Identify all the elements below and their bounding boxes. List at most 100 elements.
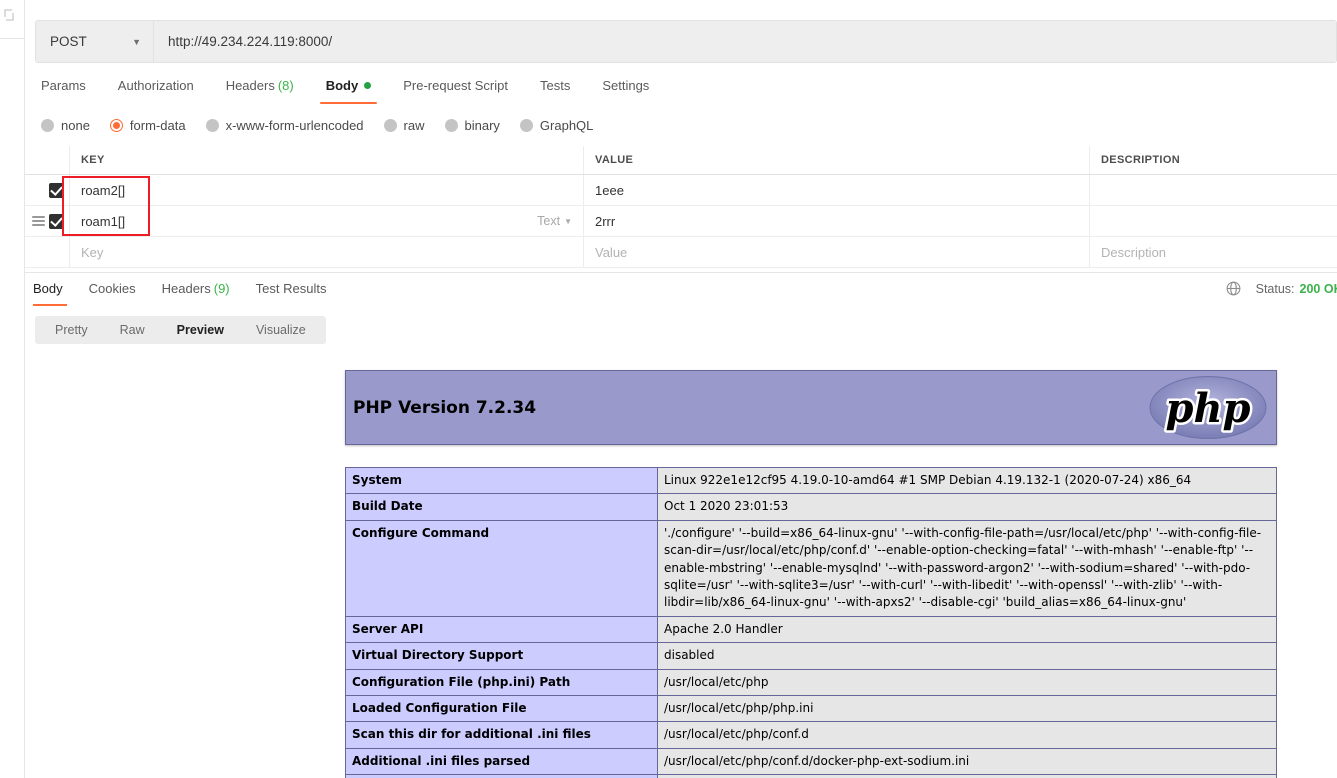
body-mode-label: binary (464, 117, 500, 133)
new-row-value-input[interactable]: Value (583, 237, 1089, 267)
tab-label: Cookies (88, 281, 136, 296)
request-url-input[interactable]: http://49.234.224.119:8000/ (154, 21, 1336, 62)
response-status-bar: Status: 200 OK Tim (1225, 280, 1337, 297)
row-value-text: 1eee (595, 182, 624, 198)
tab-label: Pre-request Script (403, 78, 508, 93)
response-tab-headers[interactable]: Headers (9) (149, 278, 243, 300)
status-badge: 200 OK (1299, 281, 1337, 296)
row-key-input[interactable]: roam1[] Text ▼ (69, 206, 583, 236)
tab-label: Params (41, 78, 86, 93)
pill-pretty[interactable]: Pretty (39, 316, 104, 344)
phpinfo-key: PHP API (345, 774, 658, 778)
globe-icon[interactable] (1225, 280, 1242, 297)
radio-selected-icon (109, 118, 123, 132)
tab-label: Body (325, 78, 359, 93)
phpinfo-key: Configuration File (php.ini) Path (345, 668, 658, 696)
new-row-key-input[interactable]: Key (69, 237, 583, 267)
body-mode-graphql[interactable]: GraphQL (519, 117, 594, 133)
body-mode-label: x-www-form-urlencoded (225, 117, 364, 133)
request-tabs: Params Authorization Headers (8) Body Pre… (35, 75, 665, 105)
phpinfo-key: Virtual Directory Support (345, 642, 658, 670)
tab-headers[interactable]: Headers (8) (210, 75, 310, 97)
phpinfo-value: /usr/local/etc/php/conf.d/docker-php-ext… (657, 747, 1277, 776)
row-key-input[interactable]: roam2[] (69, 175, 583, 205)
new-row-handle-cell (25, 237, 69, 267)
phpinfo-header: PHP Version 7.2.34 php php (345, 370, 1277, 445)
request-bar: POST ▼ http://49.234.224.119:8000/ (35, 20, 1337, 63)
new-row-description-input[interactable]: Description (1089, 237, 1337, 267)
tab-pre-request-script[interactable]: Pre-request Script (387, 75, 524, 97)
postman-window: POST ▼ http://49.234.224.119:8000/ Param… (0, 0, 1337, 778)
tab-label: Settings (602, 78, 650, 93)
row-description-input[interactable] (1089, 175, 1337, 205)
tab-params[interactable]: Params (35, 75, 102, 97)
body-mode-x-www-form-urlencoded[interactable]: x-www-form-urlencoded (205, 117, 364, 133)
new-row-key-placeholder: Key (81, 244, 104, 260)
radio-icon (205, 118, 219, 132)
request-url-value: http://49.234.224.119:8000/ (168, 34, 333, 49)
radio-icon (519, 118, 533, 132)
response-view-pills: Pretty Raw Preview Visualize (35, 316, 326, 344)
http-method-select[interactable]: POST ▼ (36, 21, 154, 62)
body-mode-none[interactable]: none (41, 118, 90, 133)
body-mode-binary[interactable]: binary (444, 117, 500, 133)
response-tab-cookies[interactable]: Cookies (76, 278, 149, 300)
tab-label: Body (33, 281, 63, 296)
row-key-value: roam2[] (81, 182, 126, 198)
phpinfo-key: System (345, 466, 658, 495)
table-row: Server API Apache 2.0 Handler (345, 615, 1277, 644)
form-data-table: KEY VALUE DESCRIPTION roam2[] 1eee roam1… (25, 146, 1337, 268)
column-header-description: DESCRIPTION (1089, 146, 1337, 174)
header-handle-cell (25, 146, 69, 174)
table-header-row: KEY VALUE DESCRIPTION (25, 146, 1337, 175)
new-row-description-placeholder: Description (1101, 244, 1167, 260)
tab-settings[interactable]: Settings (586, 75, 665, 97)
pill-label: Preview (176, 323, 224, 337)
row-key-value: roam1[] (81, 213, 126, 229)
drag-handle-icon[interactable] (32, 216, 45, 226)
body-mode-form-data[interactable]: form-data (109, 118, 186, 133)
row-checkbox[interactable] (49, 182, 64, 198)
response-divider (25, 272, 1337, 273)
tab-authorization[interactable]: Authorization (102, 75, 210, 97)
left-sidebar-rail (0, 0, 25, 778)
body-mode-label: GraphQL (539, 117, 594, 133)
tab-label: Headers (161, 281, 211, 296)
body-mode-raw[interactable]: raw (383, 118, 425, 133)
response-tab-test-results[interactable]: Test Results (243, 278, 340, 300)
radio-icon (444, 118, 458, 132)
phpinfo-value: Oct 1 2020 23:01:53 (657, 493, 1277, 521)
row-value-input[interactable]: 2rrr (583, 206, 1089, 236)
response-tab-body[interactable]: Body (28, 278, 76, 306)
radio-icon (383, 118, 397, 132)
http-method-value: POST (50, 34, 87, 49)
phpinfo-value: disabled (657, 642, 1277, 670)
pill-label: Raw (119, 323, 145, 337)
row-type-select[interactable]: Text ▼ (537, 214, 572, 228)
table-row: Loaded Configuration File /usr/local/etc… (345, 694, 1277, 723)
row-description-input[interactable] (1089, 206, 1337, 236)
phpinfo-key: Build Date (345, 493, 658, 521)
table-row: System Linux 922e1e12cf95 4.19.0-10-amd6… (345, 466, 1277, 495)
table-row: Scan this dir for additional .ini files … (345, 721, 1277, 749)
response-tabs: Body Cookies Headers (9) Test Results (28, 278, 340, 306)
row-type-label: Text (537, 214, 561, 228)
rail-divider (0, 38, 25, 39)
pill-raw[interactable]: Raw (104, 316, 161, 344)
new-row-checkbox[interactable] (49, 245, 64, 260)
row-value-text: 2rrr (595, 213, 616, 229)
phpinfo-value: /usr/local/etc/php/php.ini (657, 694, 1277, 723)
collapse-sidebar-icon[interactable] (2, 8, 18, 24)
table-row: roam1[] Text ▼ 2rrr (25, 206, 1337, 237)
row-checkbox[interactable] (49, 213, 64, 229)
php-logo-icon: php php (1149, 375, 1267, 440)
tab-label: Tests (539, 78, 571, 93)
pill-visualize[interactable]: Visualize (240, 316, 322, 344)
phpinfo-preview: PHP Version 7.2.34 php php System Linux … (345, 370, 1277, 778)
tab-body[interactable]: Body (310, 75, 388, 104)
tab-tests[interactable]: Tests (524, 75, 586, 97)
pill-preview[interactable]: Preview (161, 316, 240, 344)
tab-label: Test Results (255, 281, 327, 296)
row-value-input[interactable]: 1eee (583, 175, 1089, 205)
row-handle-cell (25, 206, 69, 236)
